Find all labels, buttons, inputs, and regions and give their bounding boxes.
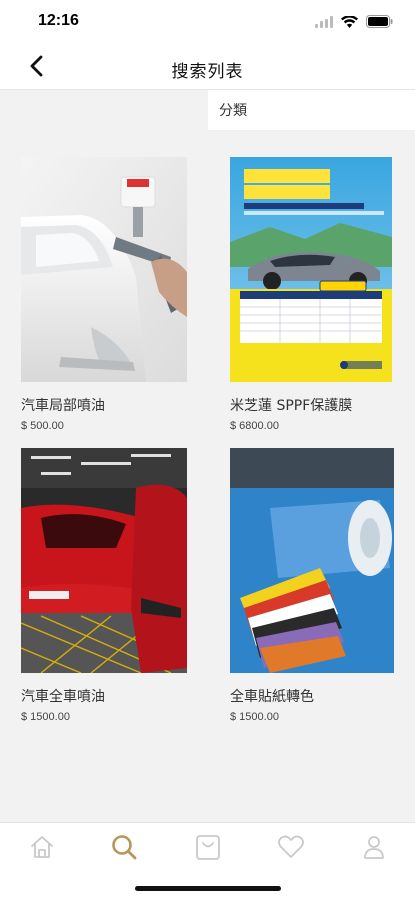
product-name[interactable]: 汽車全車噴油 (21, 686, 187, 706)
product-price: $ 500.00 (21, 420, 64, 432)
signal-icon (315, 13, 333, 32)
tab-search[interactable] (110, 835, 138, 863)
heart-icon (277, 834, 305, 864)
category-filter[interactable]: 分類 (208, 90, 415, 130)
product-image[interactable] (230, 448, 394, 673)
nav-bar: 搜索列表 (0, 44, 415, 90)
tab-cart[interactable] (194, 835, 222, 863)
product-image[interactable] (21, 448, 187, 673)
category-filter-label: 分類 (219, 103, 247, 119)
tab-favorites[interactable] (277, 835, 305, 863)
wifi-icon (341, 13, 358, 32)
status-icons (315, 13, 393, 32)
product-card[interactable]: 米芝蓮 SPPF保護膜 $ 6800.00 (230, 157, 396, 432)
product-name[interactable]: 汽車局部噴油 (21, 395, 187, 415)
product-card[interactable]: 汽車全車噴油 $ 1500.00 (21, 448, 187, 723)
page-title: 搜索列表 (171, 62, 244, 82)
search-icon (110, 833, 138, 865)
status-bar: 12:16 (0, 0, 415, 44)
home-indicator (135, 886, 281, 891)
product-price: $ 6800.00 (230, 420, 279, 432)
product-price: $ 1500.00 (230, 711, 279, 723)
status-time: 12:16 (38, 12, 79, 29)
cart-icon (195, 833, 221, 865)
home-icon (29, 834, 55, 864)
product-card[interactable]: 汽車局部噴油 $ 500.00 (21, 157, 187, 432)
product-card[interactable]: 全車貼紙轉色 $ 1500.00 (230, 448, 396, 723)
product-price: $ 1500.00 (21, 711, 70, 723)
tab-home[interactable] (28, 835, 56, 863)
product-image[interactable] (21, 157, 187, 382)
product-name[interactable]: 全車貼紙轉色 (230, 686, 396, 706)
battery-icon (366, 13, 393, 32)
user-icon (362, 834, 386, 864)
tab-profile[interactable] (360, 835, 388, 863)
product-name[interactable]: 米芝蓮 SPPF保護膜 (230, 395, 396, 415)
product-image[interactable] (230, 157, 392, 382)
